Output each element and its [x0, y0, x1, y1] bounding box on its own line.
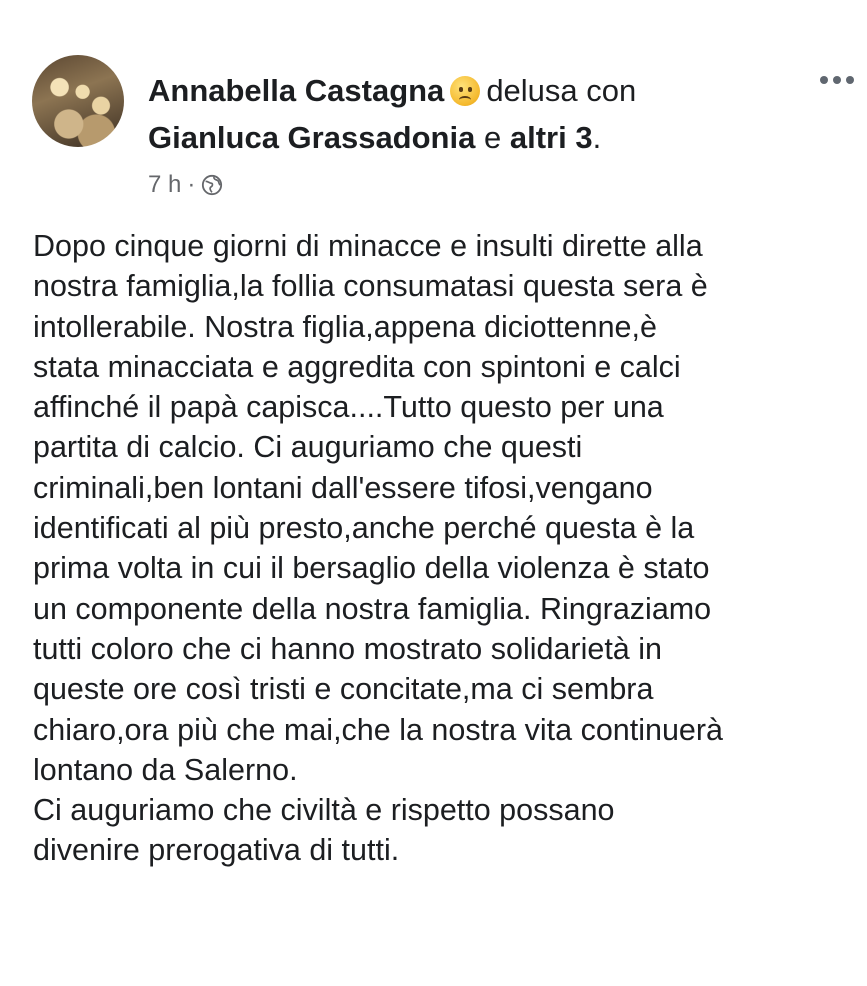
post-body-line: partita di calcio. Ci auguriamo che ques…: [33, 430, 583, 465]
author-name[interactable]: Annabella Castagna: [148, 73, 444, 108]
feeling-text: delusa con: [486, 73, 637, 108]
post-header-line-2: Gianluca Grassadonia e altri 3.: [148, 118, 601, 158]
post-body-line: intollerabile. Nostra figlia,appena dici…: [33, 309, 657, 344]
post-body-line: nostra famiglia,la follia consumatasi qu…: [33, 269, 708, 304]
post-meta: 7 h ·: [148, 170, 223, 200]
post-body-line: stata minacciata e aggredita con spinton…: [33, 349, 681, 384]
meta-separator: ·: [187, 171, 196, 198]
post-body-line: tutti coloro che ci hanno mostrato solid…: [33, 631, 662, 666]
facebook-post: Annabella Castagna delusa con Gianluca Gr…: [0, 0, 867, 986]
post-body-line: un componente della nostra famiglia. Rin…: [33, 591, 712, 626]
more-options-icon[interactable]: [820, 72, 862, 88]
conjunction-text: e: [483, 120, 502, 155]
globe-icon[interactable]: [201, 174, 223, 196]
post-body-line: prima volta in cui il bersaglio della vi…: [33, 551, 710, 586]
post-body-line: Dopo cinque giorni di minacce e insulti …: [33, 229, 703, 263]
post-header-line-1: Annabella Castagna delusa con: [148, 71, 636, 111]
post-timestamp[interactable]: 7 h: [148, 170, 181, 200]
header-period: .: [592, 120, 602, 155]
post-body-line: divenire prerogativa di tutti.: [33, 833, 400, 868]
disappointed-face-icon: [450, 76, 481, 106]
post-body-line: Ci auguriamo che civiltà e rispetto poss…: [33, 793, 615, 828]
tagged-person[interactable]: Gianluca Grassadonia: [148, 120, 475, 155]
tagged-others-link[interactable]: altri 3: [510, 120, 593, 155]
post-body-line: chiaro,ora più che mai,che la nostra vit…: [33, 712, 724, 747]
post-body-line: criminali,ben lontani dall'essere tifosi…: [33, 470, 653, 505]
post-body-line: affinché il papà capisca....Tutto questo…: [33, 390, 664, 425]
post-body-line: lontano da Salerno.: [33, 752, 298, 787]
post-body-line: identificati al più presto,anche perché …: [33, 511, 695, 546]
post-body: Dopo cinque giorni di minacce e insulti …: [33, 226, 863, 871]
author-avatar[interactable]: [32, 55, 124, 147]
post-body-line: queste ore così tristi e concitate,ma ci…: [33, 672, 654, 707]
